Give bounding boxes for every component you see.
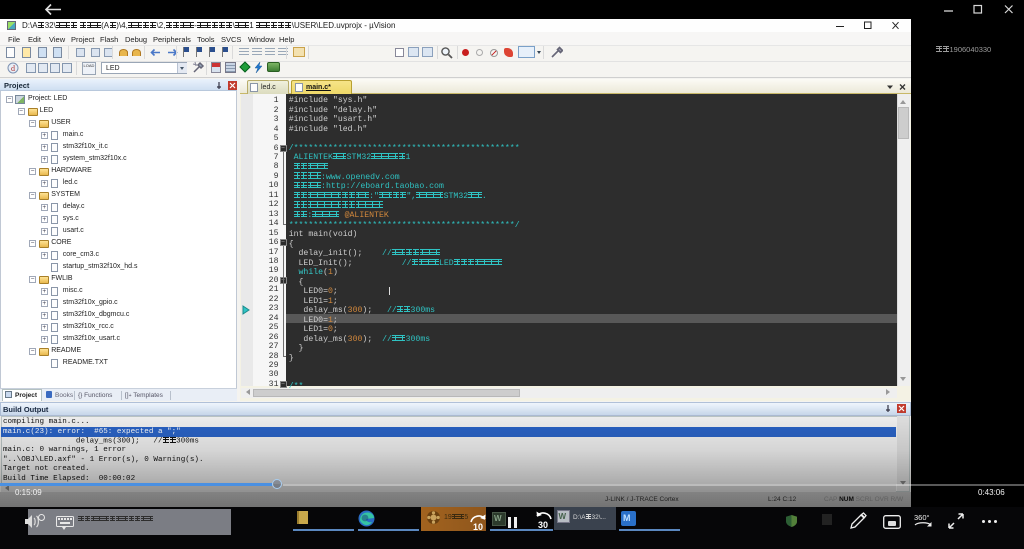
svg-text:10: 10: [473, 522, 483, 532]
svg-text:d: d: [11, 64, 15, 73]
